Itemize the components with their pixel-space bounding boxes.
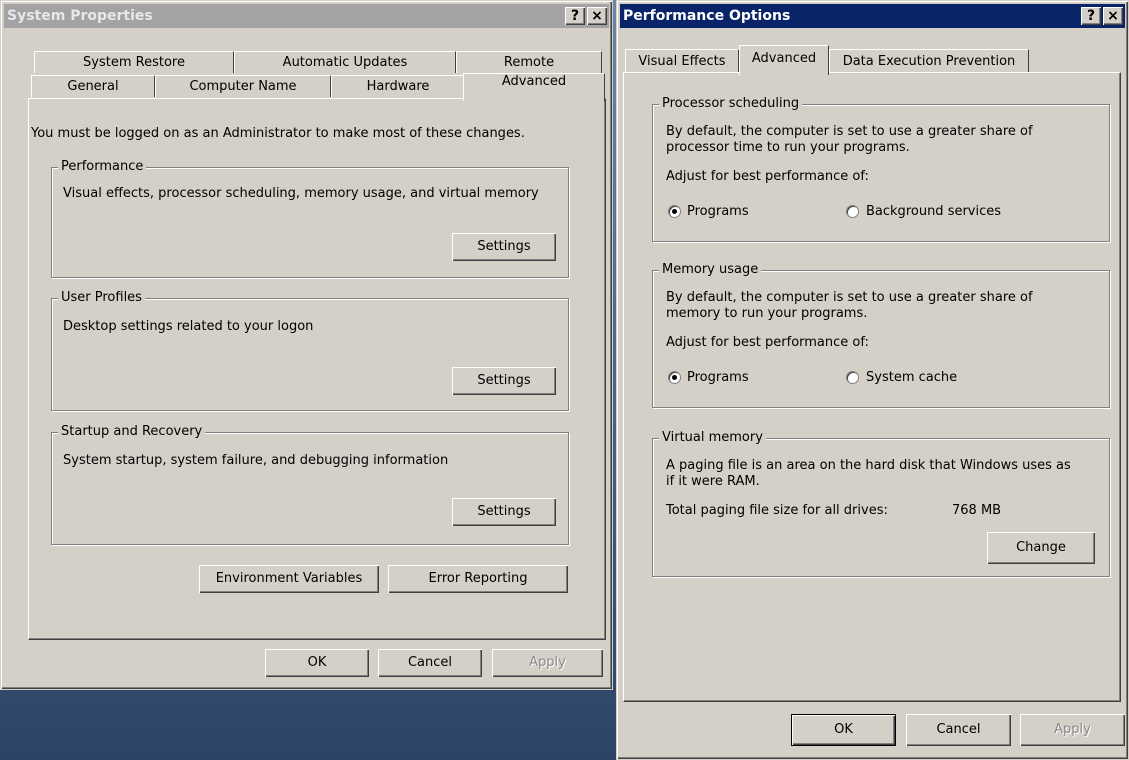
environment-variables-button[interactable]: Environment Variables [199, 565, 379, 593]
startup-recovery-settings-button[interactable]: Settings [452, 498, 556, 526]
user-profiles-description: Desktop settings related to your logon [63, 319, 314, 334]
group-legend: Processor scheduling [659, 96, 803, 112]
tab-label: Remote [503, 55, 555, 70]
tab-label: Visual Effects [638, 54, 726, 69]
memory-adjust-label: Adjust for best performance of: [666, 335, 869, 350]
system-properties-window: System Properties ? × System Restore Aut… [0, 0, 613, 690]
group-legend: User Profiles [58, 290, 145, 306]
tab-hardware[interactable]: Hardware [331, 75, 465, 97]
paging-total-value: 768 MB [952, 503, 1002, 518]
radio-selected-dot [672, 209, 677, 214]
cancel-button[interactable]: Cancel [906, 714, 1011, 746]
memory-description-line2: memory to run your programs. [666, 306, 868, 321]
ok-button[interactable]: OK [791, 714, 896, 746]
help-button[interactable]: ? [1081, 7, 1101, 25]
tab-label: Computer Name [189, 79, 297, 94]
error-reporting-button[interactable]: Error Reporting [388, 565, 568, 593]
performance-description: Visual effects, processor scheduling, me… [63, 186, 539, 201]
tab-general[interactable]: General [31, 75, 155, 97]
apply-button[interactable]: Apply [1020, 714, 1125, 746]
memory-system-cache-label[interactable]: System cache [866, 370, 957, 386]
processor-programs-label[interactable]: Programs [687, 204, 749, 220]
processor-adjust-label: Adjust for best performance of: [666, 169, 869, 184]
tab-remote[interactable]: Remote [456, 51, 602, 73]
tab-computer-name[interactable]: Computer Name [155, 75, 331, 97]
help-button[interactable]: ? [565, 7, 585, 25]
system-properties-titlebar[interactable]: System Properties ? × [4, 4, 609, 28]
tab-label: General [67, 79, 119, 94]
virtual-description-line2: if it were RAM. [666, 474, 760, 489]
performance-options-titlebar[interactable]: Performance Options ? × [620, 4, 1125, 28]
memory-programs-label[interactable]: Programs [687, 370, 749, 386]
memory-programs-radio[interactable] [668, 371, 681, 384]
change-button[interactable]: Change [987, 532, 1095, 564]
admin-note: You must be logged on as an Administrato… [31, 126, 525, 141]
tab-label: Automatic Updates [282, 55, 408, 70]
paging-total-label: Total paging file size for all drives: [666, 503, 888, 518]
group-legend: Virtual memory [659, 430, 766, 446]
tab-automatic-updates[interactable]: Automatic Updates [234, 51, 456, 73]
tab-advanced[interactable]: Advanced [463, 73, 605, 101]
tab-data-execution-prevention[interactable]: Data Execution Prevention [829, 49, 1029, 73]
tab-label: Data Execution Prevention [842, 54, 1016, 69]
tab-label: Hardware [366, 79, 430, 94]
performance-group: Performance [51, 159, 569, 278]
processor-description-line2: processor time to run your programs. [666, 140, 910, 155]
processor-background-label[interactable]: Background services [866, 204, 1001, 220]
group-legend: Startup and Recovery [58, 424, 206, 440]
memory-system-cache-radio[interactable] [846, 371, 859, 384]
radio-selected-dot [672, 375, 677, 380]
tab-visual-effects[interactable]: Visual Effects [625, 49, 739, 73]
close-button[interactable]: × [587, 7, 607, 25]
cancel-button[interactable]: Cancel [378, 649, 482, 677]
tab-label: Advanced [751, 51, 817, 66]
tab-label: Advanced [501, 74, 567, 89]
window-title: System Properties [7, 8, 153, 24]
tab-advanced[interactable]: Advanced [739, 45, 829, 75]
close-button[interactable]: × [1103, 7, 1123, 25]
user-profiles-settings-button[interactable]: Settings [452, 367, 556, 395]
startup-recovery-group: Startup and Recovery [51, 424, 569, 545]
virtual-description-line1: A paging file is an area on the hard dis… [666, 458, 1071, 473]
window-title: Performance Options [623, 8, 791, 24]
apply-button[interactable]: Apply [492, 649, 603, 677]
processor-background-radio[interactable] [846, 205, 859, 218]
tab-label: System Restore [83, 55, 185, 70]
performance-settings-button[interactable]: Settings [452, 233, 556, 261]
processor-description-line1: By default, the computer is set to use a… [666, 124, 1033, 139]
tab-system-restore[interactable]: System Restore [34, 51, 234, 73]
performance-options-window: Performance Options ? × Visual Effects A… [616, 0, 1129, 760]
startup-recovery-description: System startup, system failure, and debu… [63, 453, 449, 468]
memory-description-line1: By default, the computer is set to use a… [666, 290, 1033, 305]
group-legend: Performance [58, 159, 147, 175]
ok-button[interactable]: OK [265, 649, 369, 677]
group-legend: Memory usage [659, 262, 762, 278]
processor-programs-radio[interactable] [668, 205, 681, 218]
